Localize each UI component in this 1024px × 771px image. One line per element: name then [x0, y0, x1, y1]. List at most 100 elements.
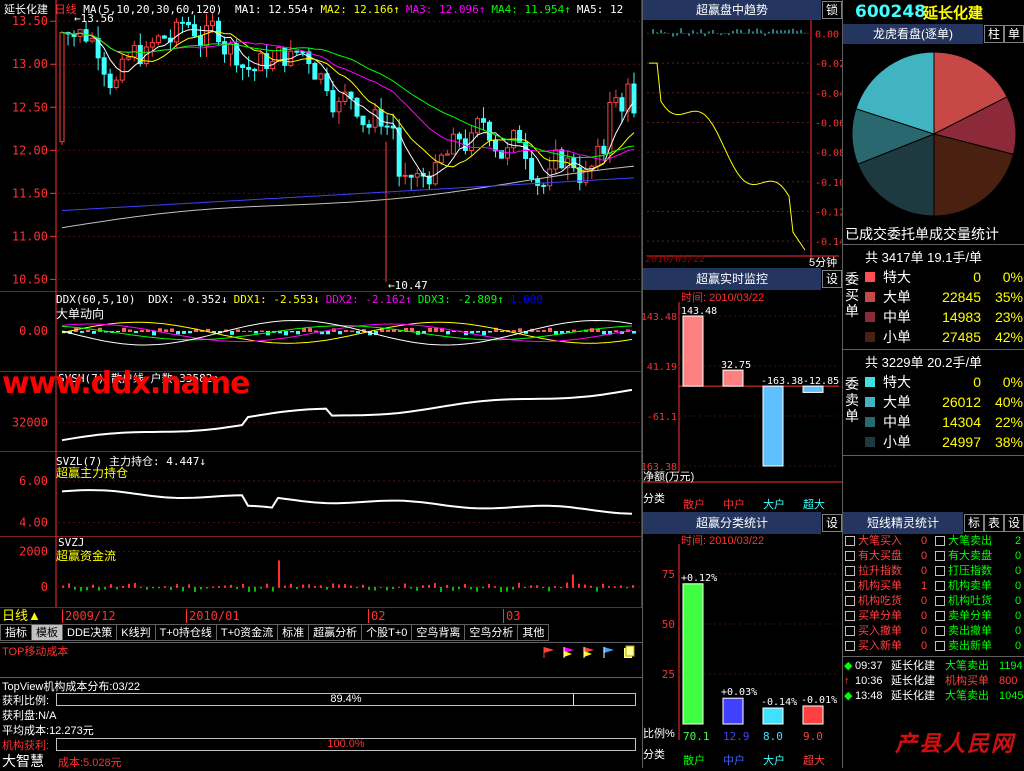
signal-event[interactable]: ↑ 10:36 延长化建 机构买单 800	[843, 674, 1024, 689]
stock-header: 600248 延长化建	[842, 0, 1024, 24]
signal-checkbox[interactable]	[935, 566, 945, 577]
tab-4[interactable]: T+0持仓线	[154, 624, 217, 641]
signal-panel[interactable]: 短线精灵统计 标 表 设 大笔买入 0 大笔卖出 2 有大买盘 0 有大卖盘 0 拉升指数 0 打压…	[842, 512, 1024, 768]
tab-11[interactable]: 其他	[517, 624, 550, 641]
signal-checkbox[interactable]	[935, 551, 945, 562]
ddx-bar	[356, 331, 360, 334]
svzj-bar	[320, 585, 322, 588]
ddx-bar	[614, 330, 618, 332]
candle-body	[444, 153, 450, 156]
flag-icon[interactable]	[563, 647, 574, 658]
candle-body	[155, 35, 161, 44]
signal-checkbox[interactable]	[935, 596, 945, 607]
svzj-panel[interactable]: 2000 0 SVZJ 超赢资金流	[0, 536, 642, 607]
svzj-bar	[242, 583, 244, 588]
orders-summary: 共 3229单 20.2手/单	[865, 355, 983, 370]
signal-checkbox[interactable]	[845, 536, 855, 547]
signal-checkbox[interactable]	[845, 566, 855, 577]
tab-6[interactable]: 标准	[277, 624, 310, 641]
single-view-button[interactable]: 单	[1004, 25, 1024, 43]
candle-body	[318, 73, 324, 80]
tab-10[interactable]: 空鸟分析	[464, 624, 519, 641]
tab-1[interactable]: 模板	[31, 624, 63, 641]
class-cat-super: 超大	[803, 755, 825, 767]
svzj-bar	[182, 586, 184, 592]
ddx-bar	[428, 327, 432, 332]
svsh-panel[interactable]: 32000 SVSH(7) 散户线 户数:33582↑ www.ddx.name	[0, 366, 642, 452]
signal-checkbox[interactable]	[935, 581, 945, 592]
high-price-label: ←13.56	[74, 12, 114, 25]
kline-chart[interactable]: 13.5013.0012.5012.0011.5011.0010.50	[0, 0, 642, 292]
tab-2[interactable]: DDE决策	[62, 624, 118, 641]
svzj-bar	[80, 586, 82, 592]
trend-panel[interactable]: 超赢盘中趋势 锁 0.00 -0.02 -0.04 -0.06 -0.08 -0.10 -0…	[642, 0, 843, 269]
ddx-panel[interactable]: 0.00 DDX(60,5,10) DDX: -0.352↓ DDX1: -2.5…	[0, 292, 642, 372]
signal-checkbox[interactable]	[845, 596, 855, 607]
order-count: 14983	[942, 309, 981, 325]
flag-icon[interactable]	[583, 647, 594, 658]
tab-5[interactable]: T+0资金流	[215, 624, 279, 641]
trend-line	[649, 62, 806, 251]
y-tick-label: -0.10	[815, 178, 843, 189]
bar-view-button[interactable]: 柱	[984, 25, 1004, 43]
tab-7[interactable]: 超赢分析	[308, 624, 363, 641]
order-percent: 35%	[994, 289, 1023, 305]
flag-icon[interactable]	[543, 647, 554, 658]
ddx-bar	[152, 331, 156, 336]
candle-body	[240, 64, 246, 68]
svzj-bar	[104, 586, 106, 590]
lock-button[interactable]: 锁	[822, 1, 842, 19]
dragon-panel[interactable]: 龙虎看盘(逐单) 柱 单 已成交委托单成交量统计 共 3417单 19.1手/单…	[842, 24, 1024, 512]
period-indicator[interactable]: 日线▲	[2, 608, 41, 624]
signal-settings-button[interactable]: 设	[1004, 514, 1024, 532]
signal-label: 卖出撤单	[948, 625, 992, 637]
note-icon[interactable]	[624, 645, 635, 658]
monitor-panel[interactable]: 超赢实时监控 设 时间: 2010/03/22 143.48 41.19 -61.1…	[642, 268, 843, 512]
monitor-bar-label: -12.85	[803, 376, 839, 387]
svzj-bar	[254, 586, 256, 592]
signal-checkbox[interactable]	[845, 551, 855, 562]
svzj-bar	[338, 584, 340, 588]
signal-checkbox[interactable]	[935, 536, 945, 547]
class-settings-button[interactable]: 设	[822, 514, 842, 532]
signal-checkbox[interactable]	[845, 641, 855, 652]
signal-event[interactable]: ◆ 09:37 延长化建 大笔卖出 1194	[843, 659, 1024, 674]
svzj-bar	[476, 586, 478, 592]
ddx-bar	[260, 330, 264, 332]
flag-icon[interactable]	[603, 647, 614, 658]
signal-count: 2	[1015, 535, 1022, 547]
trend-chart[interactable]: 0.00 -0.02 -0.04 -0.06 -0.08 -0.10 -0.12 -0.14	[643, 20, 843, 268]
tab-3[interactable]: K线判	[116, 624, 156, 641]
ddx-value-1: DDX: -0.352↓	[148, 293, 228, 306]
candle-body	[360, 115, 366, 126]
class-chart[interactable]: 75 50 25 +0.12% 70.1 +0.03% 12.9 -0.14% 8.0 -0.01…	[643, 544, 843, 744]
signal-table-button[interactable]: 表	[984, 514, 1004, 532]
volume-pie-chart[interactable]	[843, 44, 1024, 222]
tab-0[interactable]: 指标	[0, 624, 32, 641]
event-volume: 1194	[999, 660, 1023, 672]
signal-checkbox[interactable]	[935, 611, 945, 622]
signal-label: 机构卖单	[948, 580, 992, 592]
class-panel[interactable]: 超赢分类统计 设 时间: 2010/03/22 75 50 25 +0.12% 70.1…	[642, 512, 842, 768]
svzl-panel[interactable]: 6.00 4.00 SVZL(7) 主力持仓: 4.447↓ 超赢主力持仓	[0, 452, 642, 537]
signal-checkbox[interactable]	[935, 626, 945, 637]
signal-mark-button[interactable]: 标	[964, 514, 984, 532]
y-tick-label: 13.00	[12, 57, 48, 71]
signal-checkbox[interactable]	[935, 641, 945, 652]
svzj-bar	[560, 586, 562, 589]
signal-event[interactable]: ◆ 13:48 延长化建 大笔卖出 1045	[843, 689, 1024, 704]
signal-checkbox[interactable]	[845, 581, 855, 592]
svzj-bar	[344, 584, 346, 588]
svzj-bar	[602, 583, 604, 588]
tab-9[interactable]: 空鸟背离	[411, 624, 466, 641]
order-swatch	[865, 417, 875, 427]
y-tick-label: 2000	[19, 545, 48, 559]
svzj-bar	[422, 585, 424, 588]
monitor-settings-button[interactable]: 设	[822, 270, 842, 288]
kline-panel[interactable]: 13.50 13.00 12.50 12.00 11.50 11.00 10.50 延长化建…	[0, 0, 642, 292]
candle-body	[294, 50, 300, 53]
tab-8[interactable]: 个股T+0	[361, 624, 413, 641]
signal-checkbox[interactable]	[845, 626, 855, 637]
signal-checkbox[interactable]	[845, 611, 855, 622]
candle-body	[601, 145, 607, 154]
